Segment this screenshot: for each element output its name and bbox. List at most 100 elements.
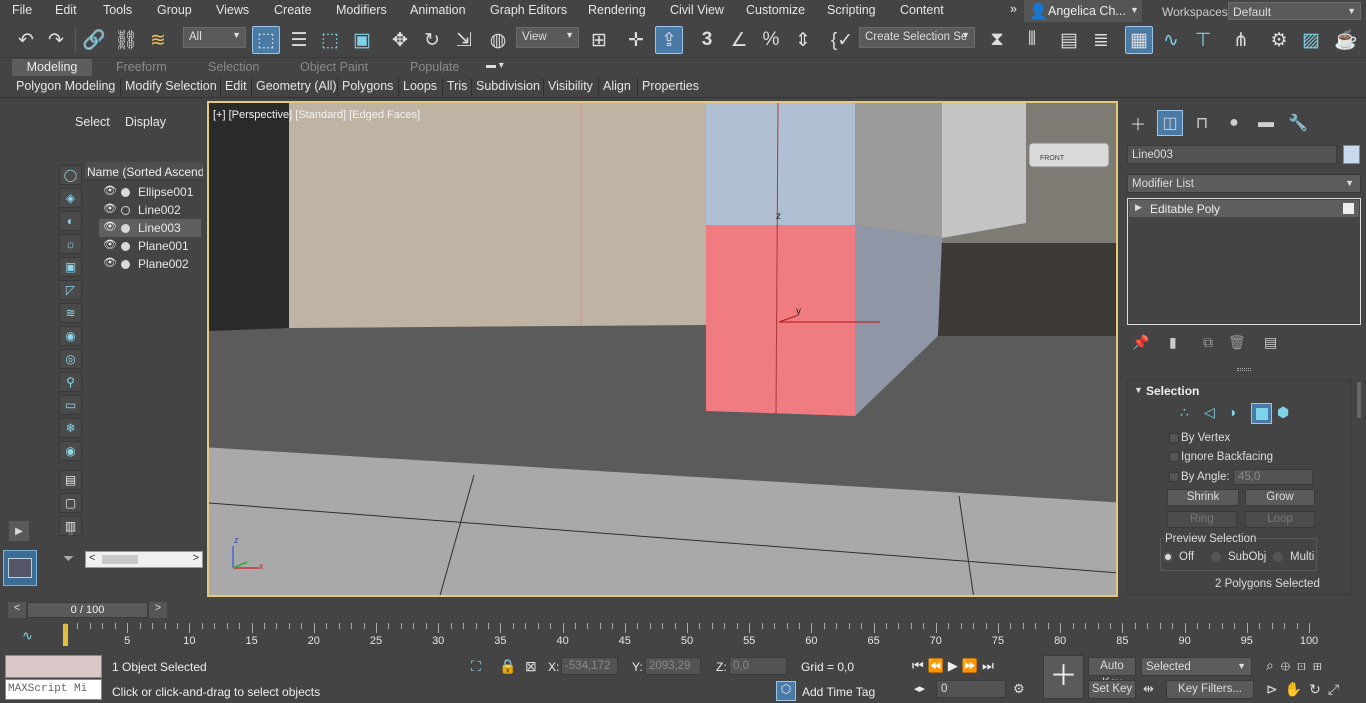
ribbon-polygon-modeling[interactable]: Polygon Modeling bbox=[12, 78, 119, 96]
display-lights-icon[interactable]: ☼ bbox=[59, 234, 82, 254]
panel-drag-handle[interactable] bbox=[1237, 368, 1251, 371]
display-containers-icon[interactable]: ▭ bbox=[59, 395, 82, 415]
motion-panel-icon[interactable]: ● bbox=[1221, 110, 1247, 136]
collapse-arrows-icon[interactable]: » bbox=[68, 528, 73, 538]
ribbon-loops[interactable]: Loops bbox=[398, 78, 441, 96]
eye-icon[interactable]: 👁 bbox=[103, 184, 117, 197]
display-spacewarps-icon[interactable]: ≋ bbox=[59, 303, 82, 323]
pan-icon[interactable]: ✋ bbox=[1285, 681, 1309, 697]
display-none-icon[interactable]: ◯ bbox=[59, 165, 82, 185]
maxscript-listener[interactable] bbox=[5, 655, 102, 678]
eye-icon[interactable]: 👁 bbox=[103, 202, 117, 215]
field-of-view-icon[interactable]: ⊳ bbox=[1266, 681, 1285, 697]
display-groups-icon[interactable]: ◉ bbox=[59, 326, 82, 346]
schematic-view-icon[interactable]: ⊤ bbox=[1189, 26, 1217, 54]
display-none-all-icon[interactable]: ▢ bbox=[59, 493, 82, 513]
remove-modifier-icon[interactable]: 🗑 bbox=[1228, 334, 1246, 351]
loop-button[interactable]: Loop bbox=[1245, 511, 1315, 528]
viewport-pov-label[interactable]: [Perspective] bbox=[229, 109, 293, 121]
maxscript-mini-input[interactable]: MAXScript Mi bbox=[5, 679, 102, 700]
user-account-menu[interactable]: 👤 Angelica Ch... ▼ bbox=[1024, 0, 1142, 22]
explorer-horizontal-scrollbar[interactable]: < > bbox=[85, 551, 203, 568]
scene-row[interactable]: 👁 Line002 bbox=[99, 201, 201, 219]
set-key-button[interactable]: Set Key bbox=[1088, 680, 1136, 699]
place-icon[interactable]: ◍ bbox=[484, 26, 512, 54]
object-color-swatch[interactable] bbox=[1343, 145, 1360, 164]
expand-arrow-icon[interactable]: ▶ bbox=[1135, 202, 1142, 213]
hierarchy-panel-icon[interactable]: ⊓ bbox=[1189, 110, 1215, 136]
percent-snap-icon[interactable]: % bbox=[757, 26, 785, 54]
edit-named-selection-icon[interactable]: {✓ bbox=[828, 26, 856, 54]
ribbon-subdivision[interactable]: Subdivision bbox=[471, 78, 544, 96]
go-to-start-icon[interactable]: ⏮ bbox=[912, 658, 928, 673]
maximize-viewport-icon[interactable]: ⤢ bbox=[1328, 681, 1346, 697]
display-hidden-icon[interactable]: ◉ bbox=[59, 441, 82, 461]
next-frame-icon[interactable]: ⏩ bbox=[962, 658, 982, 673]
stack-item-toggle[interactable] bbox=[1343, 203, 1354, 214]
border-mode-icon[interactable]: ◗ bbox=[1229, 404, 1237, 420]
display-helpers-icon[interactable]: ◸ bbox=[59, 280, 82, 300]
rollout-title[interactable]: Selection bbox=[1146, 384, 1199, 398]
display-cameras-icon[interactable]: ▣ bbox=[59, 257, 82, 277]
time-slider-thumb[interactable]: 0 / 100 bbox=[27, 602, 148, 618]
reference-coordinate-dropdown[interactable]: View ▼ bbox=[516, 27, 579, 48]
object-name-field[interactable]: Line003 bbox=[1127, 145, 1337, 164]
time-next-button[interactable]: > bbox=[149, 602, 167, 618]
orbit-icon[interactable]: ↻ bbox=[1309, 681, 1328, 697]
explorer-tab-select[interactable]: Select bbox=[75, 115, 110, 129]
selection-filter-dropdown[interactable]: All ▼ bbox=[183, 27, 246, 48]
menu-file[interactable]: File bbox=[12, 3, 32, 17]
display-frozen-icon[interactable]: ❄ bbox=[59, 418, 82, 438]
time-tag-icon[interactable]: ⬡ bbox=[776, 681, 796, 701]
modifier-list-dropdown[interactable]: Modifier List ▼ bbox=[1127, 174, 1361, 193]
time-prev-button[interactable]: < bbox=[8, 602, 26, 618]
expand-arrow-icon[interactable]: ▶ bbox=[9, 521, 29, 541]
mirror-icon[interactable]: ⧗ bbox=[983, 26, 1011, 54]
toggle-scene-explorer-icon[interactable]: ▤ bbox=[1055, 26, 1083, 54]
redo-icon[interactable]: ↷ bbox=[42, 26, 70, 54]
tab-modeling[interactable]: Modeling bbox=[12, 59, 92, 76]
selected-polygons[interactable] bbox=[706, 225, 855, 416]
menu-scripting[interactable]: Scripting bbox=[827, 3, 876, 17]
ignore-backfacing-checkbox[interactable] bbox=[1169, 452, 1179, 462]
stack-item-editable-poly[interactable]: ▶ Editable Poly bbox=[1129, 200, 1359, 217]
zoom-extents-all-icon[interactable]: ⊞ bbox=[1313, 657, 1329, 673]
zoom-all-icon[interactable]: ⊕ bbox=[1281, 657, 1297, 673]
viewport-edges-label[interactable]: [Edged Faces] bbox=[349, 109, 420, 121]
shrink-button[interactable]: Shrink bbox=[1167, 489, 1239, 506]
ribbon-edit[interactable]: Edit bbox=[220, 78, 251, 96]
play-icon[interactable]: ▶ bbox=[948, 658, 962, 673]
perspective-viewport[interactable]: FRONT z y z x [+] [Perspective] [Standar… bbox=[207, 101, 1118, 597]
tab-freeform[interactable]: Freeform bbox=[108, 59, 175, 76]
viewport-scene[interactable] bbox=[209, 103, 1118, 597]
tab-populate[interactable]: Populate bbox=[402, 59, 467, 76]
curve-editor-icon[interactable]: ∿ bbox=[1157, 26, 1185, 54]
menu-group[interactable]: Group bbox=[157, 3, 192, 17]
menu-content[interactable]: Content bbox=[900, 3, 944, 17]
absolute-offset-mode-icon[interactable]: ⊠ bbox=[525, 658, 537, 675]
display-panel-icon[interactable]: ▬ bbox=[1253, 110, 1279, 136]
scene-row[interactable]: 👁 Ellipse001 bbox=[99, 183, 201, 201]
panel-scrollbar[interactable] bbox=[1357, 382, 1361, 418]
selection-lock-icon[interactable]: 🔒 bbox=[499, 658, 516, 675]
angle-spinner[interactable]: 45,0 bbox=[1233, 469, 1313, 485]
align-icon[interactable]: ⫴ bbox=[1018, 26, 1046, 54]
menu-views[interactable]: Views bbox=[216, 3, 249, 17]
ribbon-options-icon[interactable]: ▬ ▾ bbox=[486, 60, 514, 74]
filter-icon[interactable]: ⏷ bbox=[63, 550, 74, 567]
scroll-right-icon[interactable]: > bbox=[193, 552, 199, 564]
menu-customize[interactable]: Customize bbox=[746, 3, 805, 17]
menu-animation[interactable]: Animation bbox=[410, 3, 466, 17]
show-end-result-icon[interactable]: ▮ bbox=[1169, 334, 1177, 351]
display-xrefs-icon[interactable]: ◎ bbox=[59, 349, 82, 369]
ribbon-modify-selection[interactable]: Modify Selection bbox=[120, 78, 221, 96]
y-coordinate-field[interactable]: 2093,29 bbox=[645, 657, 701, 675]
toggle-layer-explorer-icon[interactable]: ≣ bbox=[1087, 26, 1115, 54]
named-selection-dropdown[interactable]: Create Selection Se ▼ bbox=[859, 27, 975, 48]
by-angle-checkbox[interactable] bbox=[1169, 472, 1179, 482]
tab-selection[interactable]: Selection bbox=[200, 59, 267, 76]
scrollbar-thumb[interactable] bbox=[102, 555, 138, 564]
viewport-menu-plus[interactable]: [+] bbox=[213, 109, 226, 121]
eye-icon[interactable]: 👁 bbox=[103, 238, 117, 251]
key-mode-icon[interactable]: ⇹ bbox=[1143, 681, 1154, 697]
